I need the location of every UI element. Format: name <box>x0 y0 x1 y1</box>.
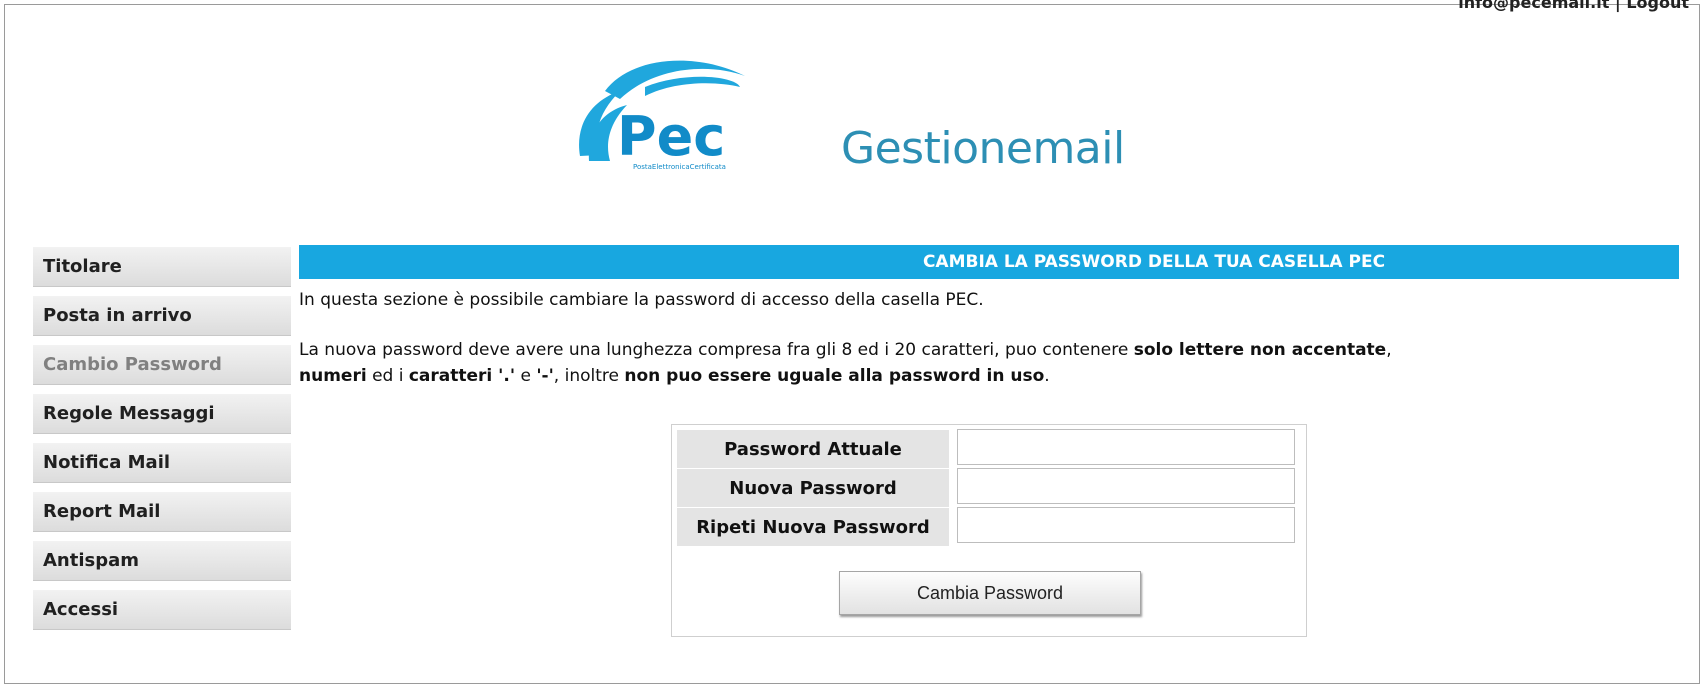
current-password-field[interactable] <box>957 429 1295 465</box>
rules-bold-1: solo lettere non accentate <box>1133 340 1387 360</box>
sidebar-item-cambio-password[interactable]: Cambio Password <box>33 345 291 385</box>
rules-text-4: e <box>515 366 537 386</box>
section-header: CAMBIA LA PASSWORD DELLA TUA CASELLA PEC <box>299 245 1679 279</box>
rules-text-2: , <box>1386 340 1392 360</box>
brand-title: Gestionemail <box>841 123 1125 174</box>
rules-bold-3: caratteri '.' <box>408 366 516 386</box>
sidebar-item-posta-in-arrivo[interactable]: Posta in arrivo <box>33 296 291 336</box>
sidebar: Titolare Posta in arrivo Cambio Password… <box>33 247 291 639</box>
repeat-password-label: Ripeti Nuova Password <box>676 507 950 547</box>
sidebar-item-accessi[interactable]: Accessi <box>33 590 291 630</box>
new-password-label: Nuova Password <box>676 468 950 508</box>
change-password-button[interactable]: Cambia Password <box>839 571 1141 615</box>
logo-text: Pec <box>617 105 725 168</box>
logo-subtext: PostaElettronicaCertificata <box>633 163 726 171</box>
rules-text-5: , inoltre <box>553 366 625 386</box>
main-content: CAMBIA LA PASSWORD DELLA TUA CASELLA PEC… <box>299 245 1679 637</box>
sidebar-item-regole-messaggi[interactable]: Regole Messaggi <box>33 394 291 434</box>
rules-text-1: La nuova password deve avere una lunghez… <box>299 340 1134 360</box>
change-password-form: Password Attuale Nuova Password Ripeti N… <box>671 424 1307 637</box>
repeat-password-field[interactable] <box>957 507 1295 543</box>
pec-logo: Pec PostaElettronicaCertificata <box>575 51 805 181</box>
current-password-label: Password Attuale <box>676 429 950 469</box>
intro-text: In questa sezione è possibile cambiare l… <box>299 290 984 310</box>
rules-bold-5: non puo essere uguale alla password in u… <box>624 366 1045 386</box>
sidebar-item-titolare[interactable]: Titolare <box>33 247 291 287</box>
new-password-field[interactable] <box>957 468 1295 504</box>
password-rules: La nuova password deve avere una lunghez… <box>299 337 1679 389</box>
sidebar-item-report-mail[interactable]: Report Mail <box>33 492 291 532</box>
rules-bold-4: '-' <box>536 366 554 386</box>
rules-text-6: . <box>1044 366 1050 386</box>
page-frame: info@pecemail.it | Logout Pec PostaElett… <box>4 0 1700 684</box>
rules-text-3: ed i <box>366 366 409 386</box>
sidebar-item-antispam[interactable]: Antispam <box>33 541 291 581</box>
sidebar-item-notifica-mail[interactable]: Notifica Mail <box>33 443 291 483</box>
topbar-account: info@pecemail.it | Logout <box>1458 0 1689 12</box>
rules-bold-2: numeri <box>299 366 367 386</box>
